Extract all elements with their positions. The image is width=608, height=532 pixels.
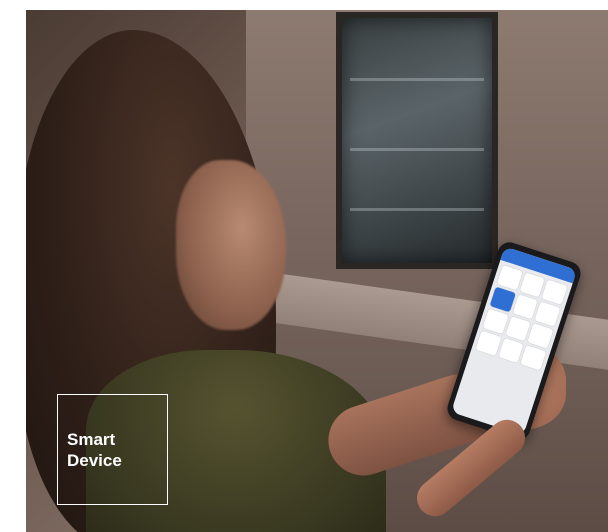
app-tile [489,286,516,313]
label-box: Smart Device [57,394,168,505]
app-tile [497,337,524,364]
app-tile [512,294,539,320]
app-tile [527,323,554,349]
app-tile [475,330,502,356]
label-text: Smart Device [67,430,122,470]
app-tile [496,264,523,291]
app-tile [534,301,561,327]
person-face [176,160,286,330]
app-tile [519,272,546,298]
app-tile [520,345,547,371]
app-tile [541,279,568,305]
app-tile [505,315,531,342]
app-tile [482,308,509,335]
appliance-window [336,12,498,269]
